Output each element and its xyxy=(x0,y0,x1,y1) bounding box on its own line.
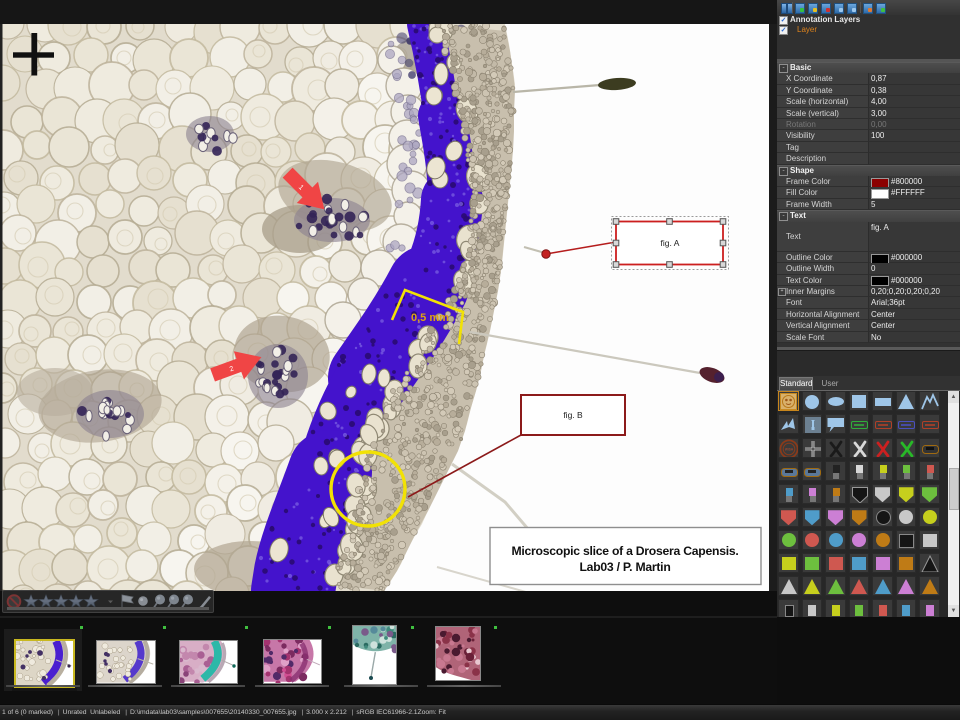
svg-text:WISH: WISH xyxy=(785,447,794,451)
svg-text:fig. B: fig. B xyxy=(563,410,583,420)
svg-text:0,5 mm: 0,5 mm xyxy=(411,312,449,324)
svg-text:fig. A: fig. A xyxy=(661,238,680,248)
svg-text:Lab03 / P. Martin: Lab03 / P. Martin xyxy=(579,560,670,574)
svg-text:Microscopic slice of a Drosera: Microscopic slice of a Drosera Capensis. xyxy=(511,544,738,558)
